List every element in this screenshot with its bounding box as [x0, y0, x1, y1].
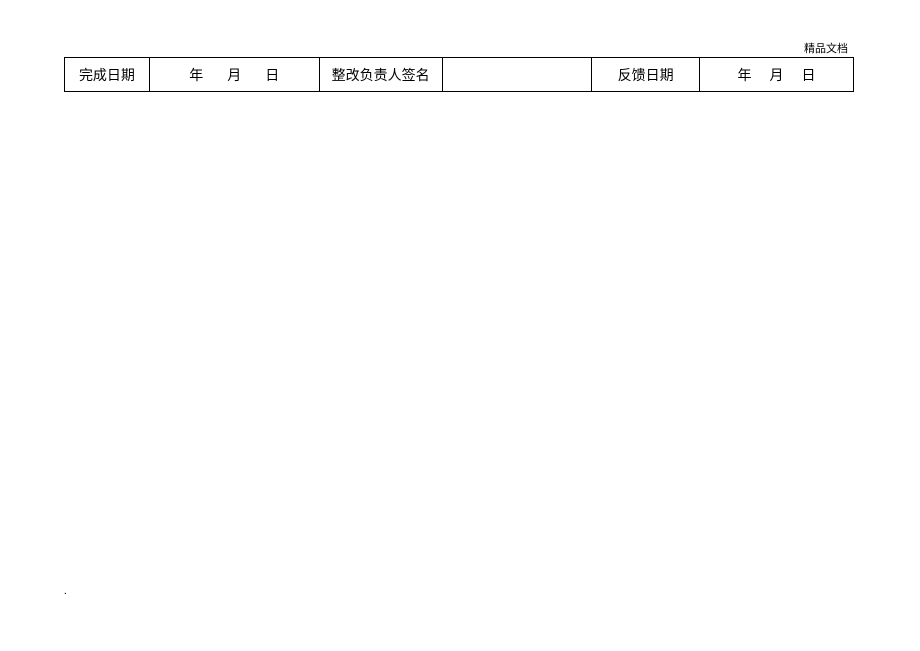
table-row: 完成日期 年 月 日 整改负责人签名 反馈日期 年 月 日	[65, 58, 854, 92]
feedback-date-value: 年 月 日	[700, 58, 854, 92]
feedback-date-label: 反馈日期	[592, 58, 700, 92]
month-label: 月	[770, 65, 784, 85]
footer-mark: .	[64, 585, 67, 597]
form-table: 完成日期 年 月 日 整改负责人签名 反馈日期 年 月 日	[64, 57, 854, 92]
year-label: 年	[189, 65, 203, 85]
signer-value	[442, 58, 592, 92]
completion-date-value: 年 月 日	[149, 58, 319, 92]
completion-date-label: 完成日期	[65, 58, 150, 92]
signer-label: 整改负责人签名	[319, 58, 442, 92]
year-label: 年	[738, 65, 752, 85]
day-label: 日	[265, 65, 279, 85]
month-label: 月	[227, 65, 241, 85]
header-watermark: 精品文档	[804, 40, 848, 56]
day-label: 日	[802, 65, 816, 85]
